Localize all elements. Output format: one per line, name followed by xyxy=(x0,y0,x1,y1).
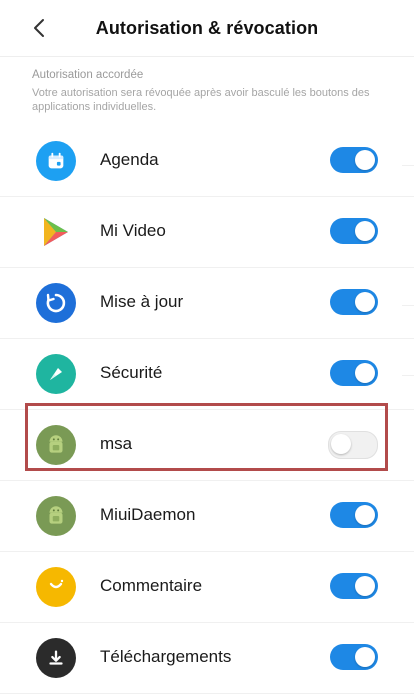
toggle-agenda[interactable] xyxy=(330,147,378,173)
security-icon xyxy=(36,354,76,394)
section-description: Votre autorisation sera révoquée après a… xyxy=(32,87,370,113)
update-icon xyxy=(36,283,76,323)
edge-line xyxy=(402,375,414,376)
toggle-knob xyxy=(355,292,375,312)
app-label: Sécurité xyxy=(100,363,163,382)
app-label: Mise à jour xyxy=(100,292,184,311)
toggle-knob xyxy=(355,221,375,241)
android-icon xyxy=(36,496,76,536)
app-row-securite[interactable]: Sécurité xyxy=(0,339,414,410)
app-label: Commentaire xyxy=(100,576,203,595)
feedback-icon xyxy=(36,567,76,607)
app-list: Agenda Mi Video Mise à jour Sécurité msa… xyxy=(0,126,414,694)
toggle-securite[interactable] xyxy=(330,360,378,386)
app-row-mise-a-jour[interactable]: Mise à jour xyxy=(0,268,414,339)
toggle-knob xyxy=(355,647,375,667)
section-header: Autorisation accordée Votre autorisation… xyxy=(32,68,382,114)
toggle-mise-a-jour[interactable] xyxy=(330,289,378,315)
section-title: Autorisation accordée xyxy=(32,69,144,81)
toggle-miuidaemon[interactable] xyxy=(330,502,378,528)
edge-line xyxy=(402,165,414,166)
app-label: Téléchargements xyxy=(100,647,232,666)
toggle-knob xyxy=(355,505,375,525)
toggle-knob xyxy=(355,150,375,170)
toggle-mi-video[interactable] xyxy=(330,218,378,244)
toggle-telechargements[interactable] xyxy=(330,644,378,670)
app-label: MiuiDaemon xyxy=(100,505,196,524)
app-label: Mi Video xyxy=(100,221,166,240)
android-icon xyxy=(36,425,76,465)
toggle-knob xyxy=(355,363,375,383)
toggle-knob xyxy=(331,434,351,454)
header-divider xyxy=(0,56,414,57)
app-label: msa xyxy=(100,434,133,453)
app-row-mi-video[interactable]: Mi Video xyxy=(0,197,414,268)
toggle-msa[interactable] xyxy=(328,431,378,459)
page-title: Autorisation & révocation xyxy=(95,18,319,38)
calendar-icon xyxy=(36,141,76,181)
app-row-miuidaemon[interactable]: MiuiDaemon xyxy=(0,481,414,552)
app-row-msa[interactable]: msa xyxy=(0,410,414,481)
toggle-knob xyxy=(355,576,375,596)
download-icon xyxy=(36,638,76,678)
edge-line xyxy=(402,305,414,306)
app-row-agenda[interactable]: Agenda xyxy=(0,126,414,197)
app-row-commentaire[interactable]: Commentaire xyxy=(0,552,414,623)
play-icon xyxy=(36,212,76,252)
top-bar: Autorisation & révocation xyxy=(0,0,414,56)
app-row-telechargements[interactable]: Téléchargements xyxy=(0,623,414,694)
app-label: Agenda xyxy=(100,150,159,169)
toggle-commentaire[interactable] xyxy=(330,573,378,599)
